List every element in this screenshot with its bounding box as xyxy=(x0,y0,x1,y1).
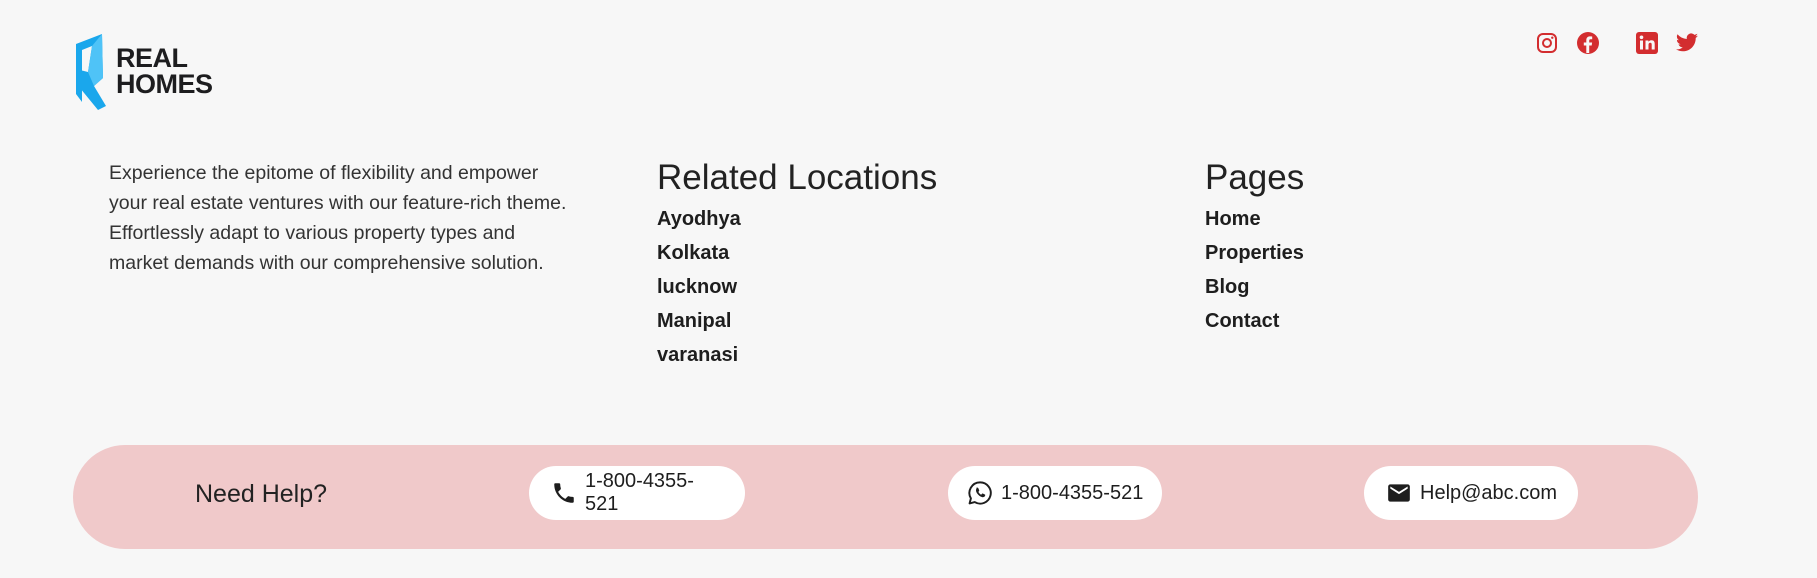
pages-heading: Pages xyxy=(1205,158,1305,197)
facebook-icon xyxy=(1577,32,1599,54)
facebook-link[interactable] xyxy=(1576,31,1600,55)
twitter-link[interactable] xyxy=(1675,31,1699,55)
phone-contact-button[interactable]: 1-800-4355-521 xyxy=(529,466,745,520)
related-locations-section: Related Locations Ayodhya Kolkata luckno… xyxy=(657,158,937,372)
brand-name: REAL HOMES xyxy=(116,43,213,99)
page-link-blog[interactable]: Blog xyxy=(1205,270,1304,304)
related-locations-list: Ayodhya Kolkata lucknow Manipal varanasi xyxy=(657,202,937,372)
email-contact-button[interactable]: Help@abc.com xyxy=(1364,466,1578,520)
linkedin-link[interactable] xyxy=(1635,31,1659,55)
location-link-lucknow[interactable]: lucknow xyxy=(657,270,937,304)
phone-icon xyxy=(554,483,574,503)
related-locations-heading: Related Locations xyxy=(657,158,938,197)
instagram-link[interactable] xyxy=(1535,31,1559,55)
whatsapp-icon xyxy=(968,481,992,505)
location-link-manipal[interactable]: Manipal xyxy=(657,304,937,338)
instagram-icon xyxy=(1537,33,1557,53)
location-link-ayodhya[interactable]: Ayodhya xyxy=(657,202,937,236)
phone-number: 1-800-4355-521 xyxy=(585,470,694,515)
page-link-home[interactable]: Home xyxy=(1205,202,1304,236)
brand-line2: HOMES xyxy=(116,69,213,99)
location-link-varanasi[interactable]: varanasi xyxy=(657,338,937,372)
logo-mark-icon xyxy=(76,34,106,110)
page-link-properties[interactable]: Properties xyxy=(1205,236,1304,270)
whatsapp-contact-button[interactable]: 1-800-4355-521 xyxy=(948,466,1162,520)
whatsapp-number: 1-800-4355-521 xyxy=(1001,481,1144,504)
location-link-kolkata[interactable]: Kolkata xyxy=(657,236,937,270)
about-text: Experience the epitome of flexibility an… xyxy=(109,162,567,274)
social-links xyxy=(1535,31,1699,55)
page-link-contact[interactable]: Contact xyxy=(1205,304,1304,338)
email-address: Help@abc.com xyxy=(1420,481,1558,504)
pages-section: Pages Home Properties Blog Contact xyxy=(1205,158,1304,338)
pages-list: Home Properties Blog Contact xyxy=(1205,202,1304,338)
brand-line1: REAL xyxy=(116,43,188,73)
twitter-icon xyxy=(1676,33,1698,52)
linkedin-icon xyxy=(1636,32,1658,54)
need-help-title: Need Help? xyxy=(195,480,328,508)
brand-logo[interactable]: REAL HOMES xyxy=(72,32,213,110)
mail-icon xyxy=(1388,484,1410,502)
